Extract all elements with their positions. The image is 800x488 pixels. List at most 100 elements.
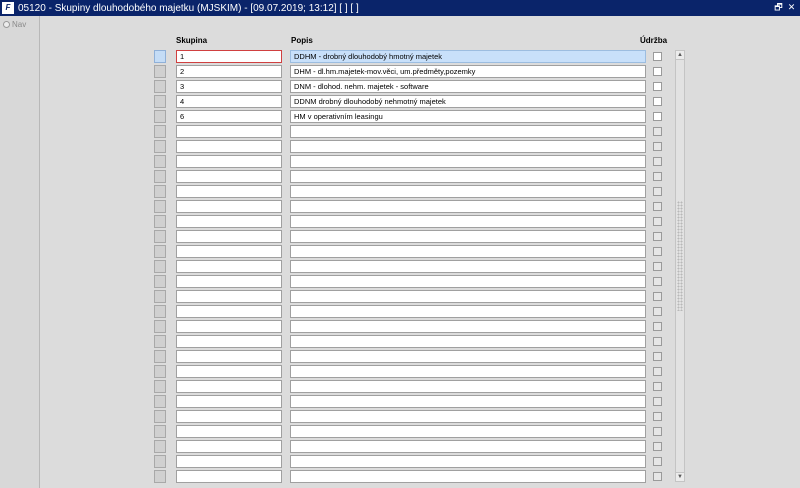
udrzba-checkbox[interactable] [653,352,662,361]
popis-field[interactable]: HM v operativním leasingu [290,110,646,123]
udrzba-checkbox[interactable] [653,382,662,391]
record-indicator[interactable] [154,185,166,198]
record-indicator[interactable] [154,350,166,363]
skupina-field[interactable] [176,155,282,168]
popis-field[interactable] [290,260,646,273]
udrzba-checkbox[interactable] [653,82,662,91]
popis-field[interactable] [290,365,646,378]
record-indicator[interactable] [154,335,166,348]
skupina-field[interactable] [176,170,282,183]
popis-field[interactable] [290,410,646,423]
skupina-field[interactable] [176,455,282,468]
record-indicator[interactable] [154,230,166,243]
skupina-field[interactable] [176,200,282,213]
skupina-field[interactable] [176,185,282,198]
skupina-field[interactable] [176,470,282,483]
udrzba-checkbox[interactable] [653,337,662,346]
popis-field[interactable]: DHM - dl.hm.majetek-mov.věci, um.předmět… [290,65,646,78]
record-indicator[interactable] [154,470,166,483]
record-indicator[interactable] [154,440,166,453]
skupina-field[interactable] [176,305,282,318]
close-icon[interactable]: ✕ [786,2,797,13]
popis-field[interactable] [290,155,646,168]
record-indicator[interactable] [154,125,166,138]
udrzba-checkbox[interactable] [653,112,662,121]
udrzba-checkbox[interactable] [653,277,662,286]
scroll-down-icon[interactable]: ▼ [676,472,684,481]
record-indicator[interactable] [154,410,166,423]
record-indicator[interactable] [154,380,166,393]
popis-field[interactable] [290,350,646,363]
record-indicator[interactable] [154,260,166,273]
popis-field[interactable] [290,290,646,303]
skupina-field[interactable] [176,380,282,393]
skupina-field[interactable] [176,350,282,363]
udrzba-checkbox[interactable] [653,367,662,376]
scroll-up-icon[interactable]: ▲ [676,51,684,60]
udrzba-checkbox[interactable] [653,187,662,196]
udrzba-checkbox[interactable] [653,322,662,331]
record-indicator[interactable] [154,170,166,183]
popis-field[interactable] [290,245,646,258]
skupina-field[interactable] [176,365,282,378]
record-indicator[interactable] [154,65,166,78]
record-indicator[interactable] [154,140,166,153]
skupina-field[interactable] [176,335,282,348]
record-indicator[interactable] [154,200,166,213]
udrzba-checkbox[interactable] [653,457,662,466]
record-indicator[interactable] [154,110,166,123]
udrzba-checkbox[interactable] [653,262,662,271]
udrzba-checkbox[interactable] [653,397,662,406]
record-indicator[interactable] [154,365,166,378]
udrzba-checkbox[interactable] [653,247,662,256]
record-indicator[interactable] [154,50,166,63]
skupina-field[interactable] [176,260,282,273]
skupina-field[interactable]: 4 [176,95,282,108]
popis-field[interactable] [290,200,646,213]
popis-field[interactable] [290,425,646,438]
udrzba-checkbox[interactable] [653,97,662,106]
udrzba-checkbox[interactable] [653,427,662,436]
popis-field[interactable] [290,230,646,243]
record-indicator[interactable] [154,155,166,168]
udrzba-checkbox[interactable] [653,67,662,76]
skupina-field[interactable] [176,230,282,243]
record-indicator[interactable] [154,305,166,318]
record-indicator[interactable] [154,395,166,408]
popis-field[interactable] [290,380,646,393]
udrzba-checkbox[interactable] [653,232,662,241]
popis-field[interactable]: DDNM drobný dlouhodobý nehmotný majetek [290,95,646,108]
record-indicator[interactable] [154,80,166,93]
popis-field[interactable] [290,440,646,453]
skupina-field[interactable] [176,410,282,423]
popis-field[interactable] [290,125,646,138]
skupina-field[interactable] [176,215,282,228]
popis-field[interactable] [290,320,646,333]
nav-button[interactable]: Nav [3,20,39,29]
skupina-field[interactable]: 6 [176,110,282,123]
popis-field[interactable] [290,140,646,153]
udrzba-checkbox[interactable] [653,472,662,481]
udrzba-checkbox[interactable] [653,157,662,166]
popis-field[interactable] [290,170,646,183]
udrzba-checkbox[interactable] [653,52,662,61]
popis-field[interactable] [290,215,646,228]
skupina-field[interactable] [176,440,282,453]
record-indicator[interactable] [154,290,166,303]
popis-field[interactable] [290,335,646,348]
skupina-field[interactable] [176,245,282,258]
udrzba-checkbox[interactable] [653,217,662,226]
record-indicator[interactable] [154,245,166,258]
udrzba-checkbox[interactable] [653,127,662,136]
record-indicator[interactable] [154,455,166,468]
udrzba-checkbox[interactable] [653,412,662,421]
popis-field[interactable]: DNM - dlohod. nehm. majetek - software [290,80,646,93]
record-indicator[interactable] [154,320,166,333]
skupina-field[interactable] [176,290,282,303]
popis-field[interactable] [290,305,646,318]
record-indicator[interactable] [154,425,166,438]
popis-field[interactable] [290,455,646,468]
record-indicator[interactable] [154,95,166,108]
restore-icon[interactable]: 🗗 [773,2,784,13]
udrzba-checkbox[interactable] [653,307,662,316]
